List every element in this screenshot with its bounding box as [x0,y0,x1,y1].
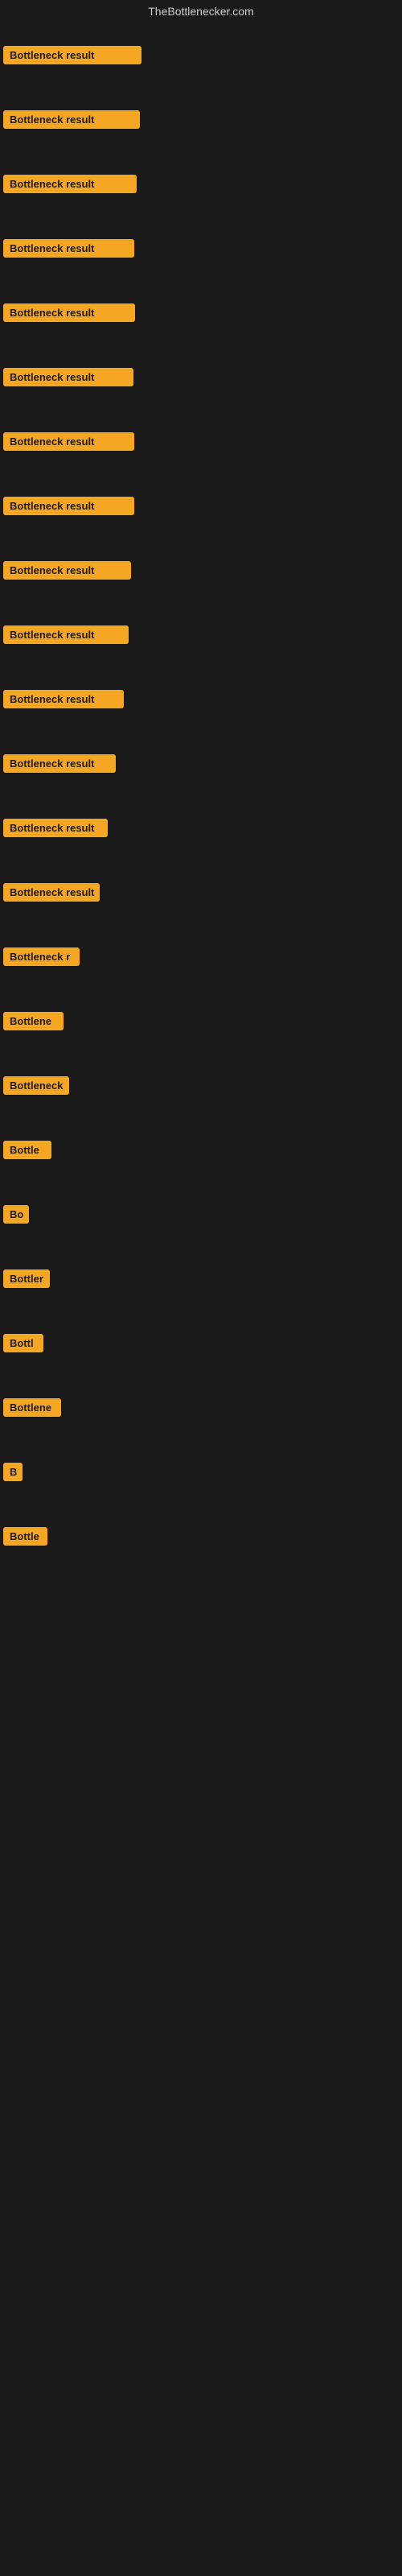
bottleneck-row: Bottle [0,1117,402,1182]
bottleneck-badge[interactable]: Bottleneck result [3,432,134,451]
bottleneck-badge[interactable]: Bottlene [3,1012,64,1030]
bottleneck-row: Bottleneck result [0,795,402,860]
bottleneck-badge[interactable]: Bottl [3,1334,43,1352]
bottleneck-badge[interactable]: Bottleneck result [3,110,140,129]
bottleneck-badge[interactable]: Bottleneck result [3,690,124,708]
bottleneck-badge[interactable]: Bottleneck result [3,239,134,258]
bottleneck-row: Bottleneck result [0,409,402,473]
bottleneck-row: Bottleneck result [0,473,402,538]
site-title: TheBottlenecker.com [0,0,402,23]
bottleneck-row: Bottlene [0,1375,402,1439]
bottleneck-row: Bottler [0,1246,402,1311]
bottleneck-row: Bottleneck result [0,23,402,87]
bottleneck-row: Bottl [0,1311,402,1375]
bottleneck-row: Bottleneck result [0,280,402,345]
bottleneck-badge[interactable]: Bottleneck result [3,368,133,386]
bottleneck-badge[interactable]: Bottleneck result [3,497,134,515]
bottleneck-row: Bottleneck result [0,216,402,280]
bottleneck-badge[interactable]: Bottler [3,1269,50,1288]
bottleneck-row: Bottleneck result [0,731,402,795]
bottleneck-badge[interactable]: Bottle [3,1527,47,1546]
bottleneck-badge[interactable]: Bottleneck result [3,46,142,64]
bottleneck-badge[interactable]: Bottleneck result [3,754,116,773]
bottleneck-row: Bottleneck r [0,924,402,989]
bottleneck-row: Bottleneck result [0,602,402,667]
bottleneck-row: Bottleneck result [0,667,402,731]
bottleneck-row: Bottleneck result [0,151,402,216]
bottleneck-badge[interactable]: B [3,1463,23,1481]
bottleneck-badge[interactable]: Bottleneck r [3,947,80,966]
bottleneck-row: Bottleneck [0,1053,402,1117]
bottleneck-badge[interactable]: Bottleneck [3,1076,69,1095]
site-header: TheBottlenecker.com [0,0,402,23]
bottleneck-badge[interactable]: Bottleneck result [3,561,131,580]
bottleneck-badge[interactable]: Bottleneck result [3,819,108,837]
bottleneck-badge[interactable]: Bottleneck result [3,625,129,644]
badges-container: Bottleneck result Bottleneck result Bottle… [0,23,402,1568]
bottleneck-row: Bottleneck result [0,538,402,602]
bottleneck-row: Bottlene [0,989,402,1053]
bottleneck-badge[interactable]: Bo [3,1205,29,1224]
bottleneck-badge[interactable]: Bottleneck result [3,883,100,902]
bottleneck-row: Bottleneck result [0,345,402,409]
bottleneck-row: Bottleneck result [0,87,402,151]
bottleneck-badge[interactable]: Bottleneck result [3,175,137,193]
bottleneck-badge[interactable]: Bottleneck result [3,303,135,322]
bottleneck-row: Bottle [0,1504,402,1568]
bottleneck-badge[interactable]: Bottlene [3,1398,61,1417]
bottleneck-row: B [0,1439,402,1504]
bottleneck-row: Bottleneck result [0,860,402,924]
bottleneck-row: Bo [0,1182,402,1246]
bottleneck-badge[interactable]: Bottle [3,1141,51,1159]
